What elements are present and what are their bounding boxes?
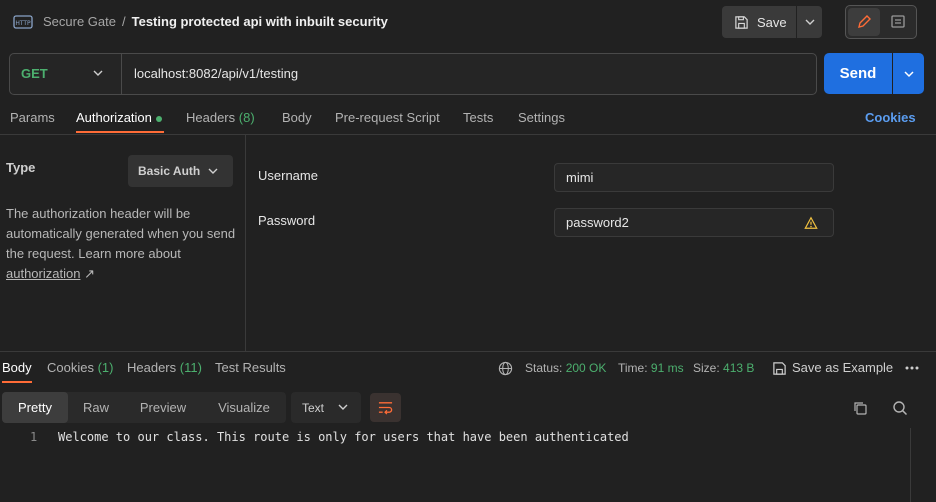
- auth-description: The authorization header will be automat…: [6, 204, 242, 284]
- pencil-icon: [856, 14, 872, 30]
- auth-type-value: Basic Auth: [138, 164, 201, 178]
- chevron-down-icon[interactable]: [205, 163, 221, 179]
- send-dropdown-button[interactable]: [893, 53, 924, 94]
- auth-panel-divider: [245, 135, 246, 351]
- format-pretty-button[interactable]: Pretty: [2, 392, 68, 423]
- format-raw-button[interactable]: Raw: [68, 392, 124, 423]
- status-value: 200 OK: [565, 361, 607, 375]
- status-label: Status:: [525, 361, 563, 375]
- format-visualize-button[interactable]: Visualize: [202, 392, 286, 423]
- breadcrumb-separator: /: [122, 14, 126, 29]
- tab-headers[interactable]: Headers (8): [186, 110, 255, 125]
- warning-icon[interactable]: [803, 215, 819, 231]
- tab-headers-label: Headers: [186, 110, 236, 125]
- tab-settings[interactable]: Settings: [518, 110, 565, 125]
- tab-params[interactable]: Params: [10, 110, 55, 125]
- response-body-line: Welcome to our class. This route is only…: [58, 430, 629, 444]
- more-options-icon[interactable]: [903, 360, 921, 376]
- breadcrumb-collection[interactable]: Secure Gate: [43, 14, 116, 29]
- response-language-select[interactable]: Text: [291, 392, 361, 423]
- response-tab-body[interactable]: Body: [2, 360, 32, 375]
- chevron-down-icon: [804, 16, 816, 28]
- response-tab-headers[interactable]: Headers (11): [127, 360, 202, 375]
- tab-pre-request-script[interactable]: Pre-request Script: [335, 110, 440, 125]
- response-tab-headers-count: (11): [179, 360, 202, 375]
- time-value: 91 ms: [650, 361, 684, 375]
- save-label: Save: [757, 14, 787, 30]
- comment-icon: [890, 14, 906, 30]
- response-time[interactable]: Time: 91 ms: [618, 361, 684, 375]
- breadcrumb: Secure Gate / Testing protected api with…: [43, 14, 388, 29]
- line-number: 1: [30, 430, 38, 444]
- password-label: Password: [258, 213, 316, 228]
- scrollbar[interactable]: [910, 428, 911, 502]
- save-dropdown-button[interactable]: [797, 6, 822, 38]
- chevron-down-icon[interactable]: [336, 400, 350, 414]
- http-icon: HTTP: [13, 12, 33, 32]
- response-status[interactable]: Status: 200 OK: [525, 361, 606, 375]
- save-icon[interactable]: [771, 360, 787, 376]
- globe-icon[interactable]: [497, 360, 513, 376]
- tab-authorization-label: Authorization: [76, 110, 152, 125]
- search-icon[interactable]: [891, 399, 908, 416]
- password-input[interactable]: [566, 215, 796, 230]
- format-preview-button[interactable]: Preview: [124, 392, 202, 423]
- tab-headers-count: (8): [238, 110, 255, 125]
- response-tab-cookies-count: (1): [97, 360, 114, 375]
- tab-authorization[interactable]: Authorization: [76, 110, 162, 125]
- username-input[interactable]: [566, 170, 826, 185]
- save-as-example-button[interactable]: Save as Example: [792, 360, 893, 375]
- save-button[interactable]: Save: [722, 6, 796, 38]
- auth-type-label: Type: [6, 160, 36, 175]
- response-tab-cookies-label: Cookies: [47, 360, 94, 375]
- copy-icon[interactable]: [851, 399, 868, 416]
- username-field[interactable]: [554, 163, 834, 192]
- size-label: Size:: [693, 361, 720, 375]
- cookies-link[interactable]: Cookies: [865, 110, 916, 125]
- response-tab-test-results[interactable]: Test Results: [215, 360, 286, 375]
- request-title[interactable]: Testing protected api with inbuilt secur…: [132, 14, 388, 29]
- response-tab-headers-label: Headers: [127, 360, 177, 375]
- active-tab-underline: [76, 131, 164, 133]
- response-tab-cookies[interactable]: Cookies (1): [47, 360, 113, 375]
- time-label: Time:: [618, 361, 648, 375]
- url-input[interactable]: [134, 66, 794, 81]
- active-response-tab-underline: [2, 381, 32, 383]
- word-wrap-button[interactable]: [370, 393, 401, 422]
- svg-text:HTTP: HTTP: [15, 20, 31, 27]
- chevron-down-icon[interactable]: [90, 65, 106, 81]
- active-indicator-dot: [155, 115, 162, 122]
- save-icon: [734, 15, 749, 30]
- tab-tests[interactable]: Tests: [463, 110, 493, 125]
- response-size[interactable]: Size: 413 B: [693, 361, 754, 375]
- size-value: 413 B: [723, 361, 755, 375]
- auth-description-text: The authorization header will be automat…: [6, 206, 236, 261]
- tab-body[interactable]: Body: [282, 110, 312, 125]
- send-button[interactable]: Send: [824, 53, 892, 94]
- username-label: Username: [258, 168, 318, 183]
- password-field[interactable]: [554, 208, 834, 237]
- authorization-docs-link[interactable]: authorization: [6, 266, 80, 281]
- chevron-down-icon: [903, 68, 915, 80]
- response-language-value: Text: [302, 400, 325, 415]
- wrap-lines-icon: [377, 400, 394, 415]
- external-link-icon: ↗: [84, 266, 95, 281]
- url-divider: [121, 54, 122, 94]
- method-selector[interactable]: GET: [21, 66, 48, 81]
- edit-mode-button[interactable]: [848, 8, 880, 36]
- documentation-mode-button[interactable]: [882, 8, 914, 36]
- response-divider: [0, 351, 936, 352]
